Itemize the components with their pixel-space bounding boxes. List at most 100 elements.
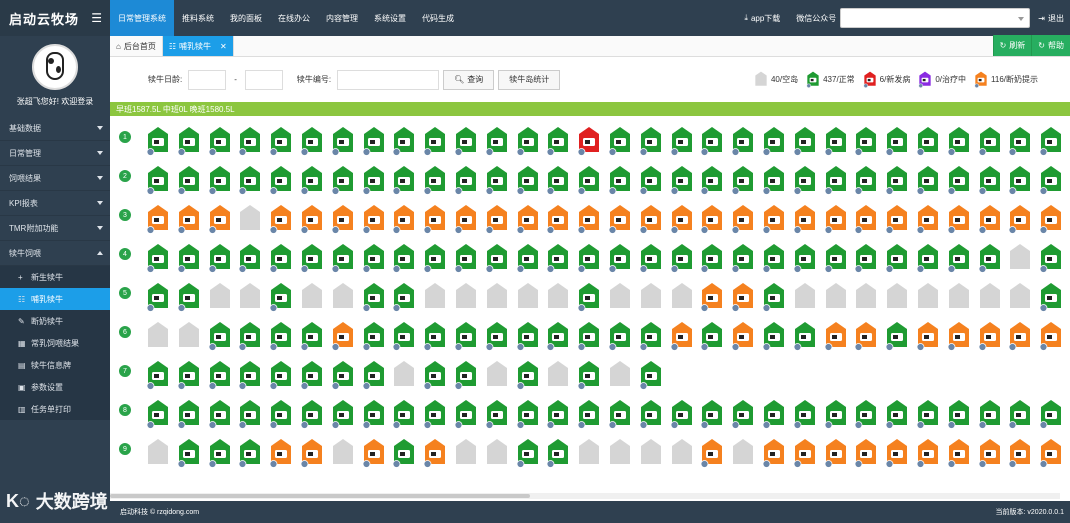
calf-weaning-icon[interactable] — [546, 204, 570, 234]
calf-weaning-icon[interactable] — [947, 321, 971, 351]
calf-weaning-icon[interactable] — [916, 438, 940, 468]
calf-normal-icon[interactable] — [269, 282, 293, 312]
calf-normal-icon[interactable] — [1008, 399, 1032, 429]
calf-normal-icon[interactable] — [978, 165, 1002, 195]
age-to-input[interactable] — [244, 69, 283, 90]
calf-normal-icon[interactable] — [639, 360, 663, 390]
calf-empty-island-icon[interactable] — [916, 282, 940, 312]
tab-nursing-calf[interactable]: ☷ 哺乳犊牛 ✕ — [162, 36, 234, 56]
calf-weaning-icon[interactable] — [885, 438, 909, 468]
calf-empty-island-icon[interactable] — [670, 438, 694, 468]
calf-weaning-icon[interactable] — [1008, 438, 1032, 468]
calf-normal-icon[interactable] — [916, 126, 940, 156]
calf-weaning-icon[interactable] — [824, 321, 848, 351]
calf-normal-icon[interactable] — [331, 165, 355, 195]
calf-normal-icon[interactable] — [947, 243, 971, 273]
calf-empty-island-icon[interactable] — [731, 438, 755, 468]
calf-weaning-icon[interactable] — [978, 321, 1002, 351]
calf-weaning-icon[interactable] — [331, 321, 355, 351]
calf-normal-icon[interactable] — [947, 399, 971, 429]
topnav-panel[interactable]: 我的面板 — [222, 0, 270, 36]
calf-empty-island-icon[interactable] — [238, 282, 262, 312]
calf-empty-island-icon[interactable] — [546, 360, 570, 390]
calf-normal-icon[interactable] — [485, 165, 509, 195]
calf-normal-icon[interactable] — [269, 126, 293, 156]
calf-id-input[interactable] — [337, 69, 440, 90]
calf-empty-island-icon[interactable] — [546, 282, 570, 312]
refresh-button[interactable]: ↻ 刷新 — [992, 35, 1032, 56]
calf-weaning-icon[interactable] — [700, 438, 724, 468]
calf-normal-icon[interactable] — [146, 282, 170, 312]
calf-empty-island-icon[interactable] — [947, 282, 971, 312]
calf-normal-icon[interactable] — [608, 165, 632, 195]
calf-normal-icon[interactable] — [146, 165, 170, 195]
calf-empty-island-icon[interactable] — [331, 438, 355, 468]
query-button[interactable]: 🔍︎ 查询 — [443, 69, 495, 90]
calf-normal-icon[interactable] — [947, 126, 971, 156]
calf-normal-icon[interactable] — [300, 126, 324, 156]
calf-normal-icon[interactable] — [700, 165, 724, 195]
calf-normal-icon[interactable] — [208, 360, 232, 390]
calf-normal-icon[interactable] — [177, 360, 201, 390]
calf-normal-icon[interactable] — [331, 126, 355, 156]
calf-normal-icon[interactable] — [516, 321, 540, 351]
calf-weaning-icon[interactable] — [854, 204, 878, 234]
calf-weaning-icon[interactable] — [362, 204, 386, 234]
calf-sick-icon[interactable] — [577, 126, 601, 156]
calf-normal-icon[interactable] — [546, 243, 570, 273]
sidebar-item-feed-result[interactable]: 饲喂结果 — [0, 166, 110, 191]
calf-empty-island-icon[interactable] — [1008, 282, 1032, 312]
calf-empty-island-icon[interactable] — [1008, 243, 1032, 273]
calf-weaning-icon[interactable] — [670, 204, 694, 234]
calf-normal-icon[interactable] — [454, 165, 478, 195]
topnav-daily[interactable]: 日常管理系统 — [110, 0, 174, 36]
calf-normal-icon[interactable] — [238, 399, 262, 429]
calf-normal-icon[interactable] — [1008, 126, 1032, 156]
calf-normal-icon[interactable] — [146, 243, 170, 273]
calf-empty-island-icon[interactable] — [238, 204, 262, 234]
calf-normal-icon[interactable] — [177, 165, 201, 195]
wechat-select[interactable] — [840, 8, 1031, 28]
calf-normal-icon[interactable] — [947, 165, 971, 195]
calf-normal-icon[interactable] — [639, 126, 663, 156]
calf-normal-icon[interactable] — [392, 243, 416, 273]
calf-normal-icon[interactable] — [238, 321, 262, 351]
calf-normal-icon[interactable] — [238, 165, 262, 195]
calf-normal-icon[interactable] — [238, 126, 262, 156]
calf-normal-icon[interactable] — [546, 126, 570, 156]
calf-empty-island-icon[interactable] — [146, 321, 170, 351]
calf-weaning-icon[interactable] — [362, 438, 386, 468]
sidebar-item-basic-data[interactable]: 基础数据 — [0, 116, 110, 141]
calf-normal-icon[interactable] — [516, 399, 540, 429]
sidebar-subitem-print[interactable]: ▥ 任务单打印 — [0, 398, 110, 420]
calf-normal-icon[interactable] — [824, 399, 848, 429]
calf-normal-icon[interactable] — [423, 165, 447, 195]
calf-normal-icon[interactable] — [516, 165, 540, 195]
calf-empty-island-icon[interactable] — [485, 438, 509, 468]
calf-normal-icon[interactable] — [269, 165, 293, 195]
calf-weaning-icon[interactable] — [269, 438, 293, 468]
calf-normal-icon[interactable] — [300, 399, 324, 429]
calf-normal-icon[interactable] — [885, 399, 909, 429]
sidebar-subitem-weaned[interactable]: ✎ 断奶犊牛 — [0, 310, 110, 332]
calf-normal-icon[interactable] — [670, 126, 694, 156]
calf-normal-icon[interactable] — [916, 165, 940, 195]
calf-normal-icon[interactable] — [454, 321, 478, 351]
calf-normal-icon[interactable] — [208, 165, 232, 195]
calf-weaning-icon[interactable] — [608, 204, 632, 234]
calf-normal-icon[interactable] — [824, 126, 848, 156]
calf-normal-icon[interactable] — [177, 282, 201, 312]
topnav-content[interactable]: 内容管理 — [318, 0, 366, 36]
calf-normal-icon[interactable] — [577, 321, 601, 351]
calf-normal-icon[interactable] — [546, 438, 570, 468]
sidebar-subitem-params[interactable]: ▣ 参数设置 — [0, 376, 110, 398]
calf-normal-icon[interactable] — [639, 165, 663, 195]
calf-empty-island-icon[interactable] — [854, 282, 878, 312]
calf-weaning-icon[interactable] — [331, 204, 355, 234]
calf-normal-icon[interactable] — [854, 126, 878, 156]
calf-normal-icon[interactable] — [978, 399, 1002, 429]
calf-normal-icon[interactable] — [546, 399, 570, 429]
calf-normal-icon[interactable] — [516, 126, 540, 156]
logout-button[interactable]: ⇥ 退出 — [1038, 13, 1064, 24]
calf-weaning-icon[interactable] — [1039, 321, 1063, 351]
